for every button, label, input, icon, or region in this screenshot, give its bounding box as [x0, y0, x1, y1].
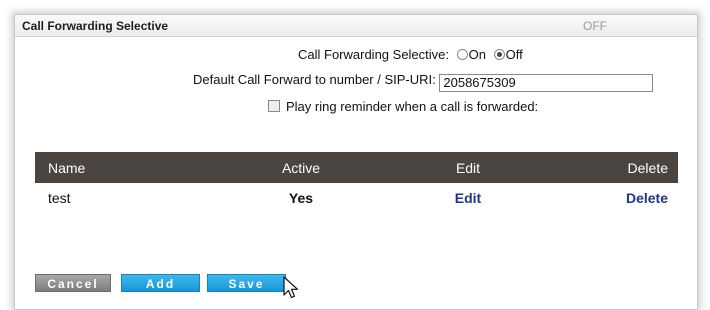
row-name: test — [48, 190, 71, 206]
column-header-delete: Delete — [566, 152, 678, 183]
table-header-row: Name Active Edit Delete — [35, 152, 678, 183]
forward-number-row: Default Call Forward to number / SIP-URI… — [193, 72, 654, 92]
ring-reminder-row: Play ring reminder when a call is forwar… — [268, 99, 538, 114]
save-button[interactable]: Save — [207, 274, 286, 292]
call-forwarding-selective-panel: Call Forwarding Selective OFF Call Forwa… — [14, 14, 698, 310]
panel-title: Call Forwarding Selective — [22, 19, 169, 33]
selective-label: Call Forwarding Selective: — [298, 47, 450, 62]
ring-reminder-label: Play ring reminder when a call is forwar… — [286, 99, 539, 114]
cancel-button[interactable]: Cancel — [35, 274, 111, 292]
status-label: OFF — [583, 19, 607, 33]
panel-header: Call Forwarding Selective OFF — [15, 15, 697, 37]
radio-off-label[interactable]: Off — [506, 47, 523, 62]
selective-toggle-row: Call Forwarding Selective: On Off — [298, 47, 523, 62]
edit-link[interactable]: Edit — [455, 190, 481, 206]
table-row: test Yes Edit Delete — [35, 183, 678, 213]
delete-link[interactable]: Delete — [626, 190, 668, 206]
ring-reminder-checkbox[interactable] — [268, 100, 280, 112]
add-button[interactable]: Add — [121, 274, 200, 292]
column-header-name: Name — [35, 152, 232, 183]
forward-number-label: Default Call Forward to number / SIP-URI… — [193, 72, 436, 87]
radio-on-label[interactable]: On — [469, 47, 486, 62]
column-header-active: Active — [232, 152, 370, 183]
row-active: Yes — [288, 190, 314, 206]
column-header-edit: Edit — [370, 152, 566, 183]
mouse-pointer-icon — [283, 276, 299, 299]
radio-off[interactable] — [493, 49, 505, 60]
radio-on[interactable] — [456, 49, 468, 60]
selective-rules-table: Name Active Edit Delete test Yes Edit De… — [35, 152, 678, 213]
forward-number-input[interactable]: 2058675309 — [439, 74, 654, 92]
